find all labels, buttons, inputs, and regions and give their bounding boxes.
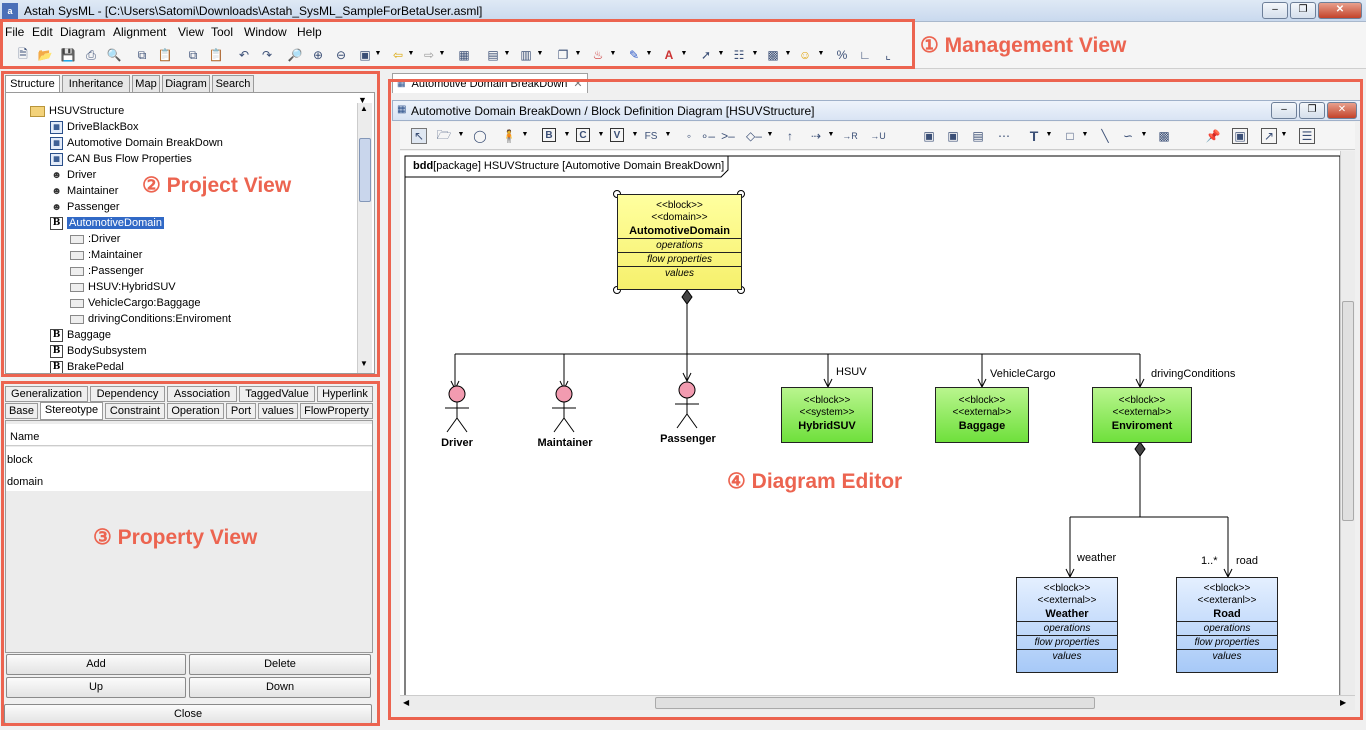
minimize-icon[interactable]: – xyxy=(1262,2,1288,19)
property-view-label: ③ Property View xyxy=(93,526,258,549)
window-title: Astah SysML - [C:\Users\Satomi\Downloads… xyxy=(24,4,483,18)
diagram-editor-frame xyxy=(388,79,1363,720)
management-view-label: ① Management View xyxy=(920,34,1127,57)
project-view-label: ② Project View xyxy=(142,174,292,197)
restore-icon[interactable]: ❐ xyxy=(1290,2,1316,19)
management-view-frame xyxy=(0,19,915,69)
project-view-frame xyxy=(1,71,380,377)
property-view-frame xyxy=(1,381,380,726)
close-window-icon[interactable]: ✕ xyxy=(1318,2,1362,19)
app-icon: a xyxy=(2,3,18,19)
